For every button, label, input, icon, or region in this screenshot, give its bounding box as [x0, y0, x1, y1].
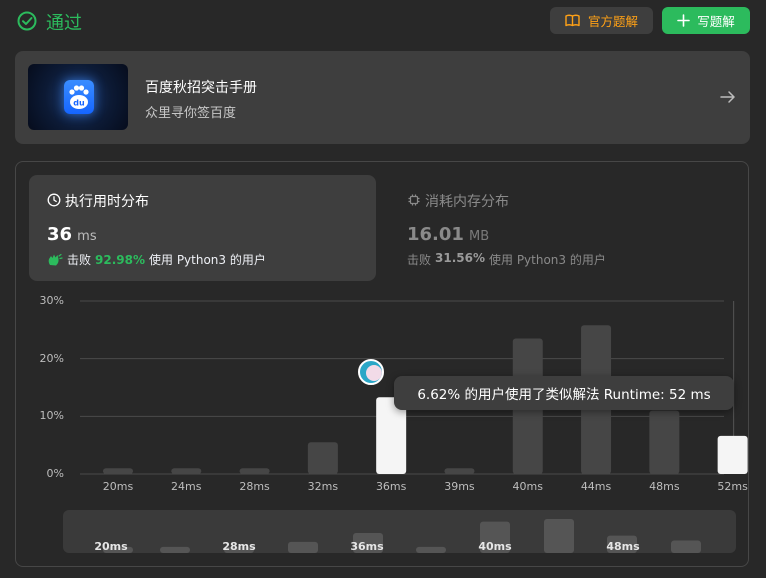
plus-icon	[677, 14, 691, 27]
memory-unit: MB	[469, 229, 490, 244]
book-icon	[565, 14, 580, 27]
chart-tooltip: 6.62% 的用户使用了类似解法 Runtime: 52 ms	[394, 376, 734, 410]
promo-title: 百度秋招突击手册	[145, 80, 257, 96]
memory-label: 消耗内存分布	[425, 194, 509, 210]
runtime-unit: ms	[77, 229, 97, 244]
mini-chart-bar	[160, 546, 190, 553]
chart-range-selector[interactable]: 20ms 28ms 36ms 40ms 48ms	[63, 510, 736, 553]
write-solution-button[interactable]: 写题解	[662, 7, 750, 34]
clock-icon	[47, 193, 61, 207]
write-solution-label: 写题解	[697, 14, 735, 29]
promo-card[interactable]: du 百度秋招突击手册 众里寻你签百度	[15, 51, 750, 144]
memory-value: 16.01	[407, 224, 464, 245]
mini-chart-bar	[671, 540, 701, 553]
official-solution-label: 官方题解	[587, 14, 638, 29]
tab-memory[interactable]: 消耗内存分布 16.01 MB 击败 31.56% 使用 Python3 的用户	[389, 175, 736, 281]
mini-chart-label: 36ms	[350, 540, 384, 553]
memory-beats-prefix: 击败	[407, 253, 432, 267]
tab-runtime[interactable]: 执行用时分布 36 ms 击败 92.98% 使用 Python3 的用户	[29, 175, 376, 281]
chip-icon	[408, 194, 420, 206]
mini-chart-bar	[416, 546, 446, 553]
mini-chart-label: 28ms	[222, 540, 256, 553]
promo-subtitle: 众里寻你签百度	[145, 106, 237, 121]
submission-status: 通过	[46, 13, 82, 34]
official-solution-button[interactable]: 官方题解	[550, 7, 653, 34]
runtime-beats-prefix: 击败	[67, 253, 92, 267]
mini-chart-label: 40ms	[478, 540, 512, 553]
arrow-right-icon	[720, 91, 735, 103]
memory-beats-percent: 31.56%	[435, 251, 485, 265]
runtime-beats-percent: 92.98%	[95, 252, 145, 267]
promo-thumbnail: du	[28, 64, 128, 130]
runtime-value: 36	[47, 224, 73, 245]
svg-text:du: du	[73, 99, 85, 108]
mini-chart-label: 20ms	[94, 540, 128, 553]
check-circle-icon	[17, 11, 37, 31]
runtime-label: 执行用时分布	[65, 194, 149, 210]
mini-chart-label: 48ms	[606, 540, 640, 553]
user-avatar	[358, 359, 384, 385]
memory-beats-suffix: 使用 Python3 的用户	[489, 253, 606, 267]
runtime-beats-suffix: 使用 Python3 的用户	[149, 253, 266, 267]
mini-chart-bar	[544, 519, 574, 553]
mini-chart-bar	[288, 541, 318, 553]
clap-icon	[48, 253, 63, 265]
baidu-logo: du	[64, 80, 94, 114]
